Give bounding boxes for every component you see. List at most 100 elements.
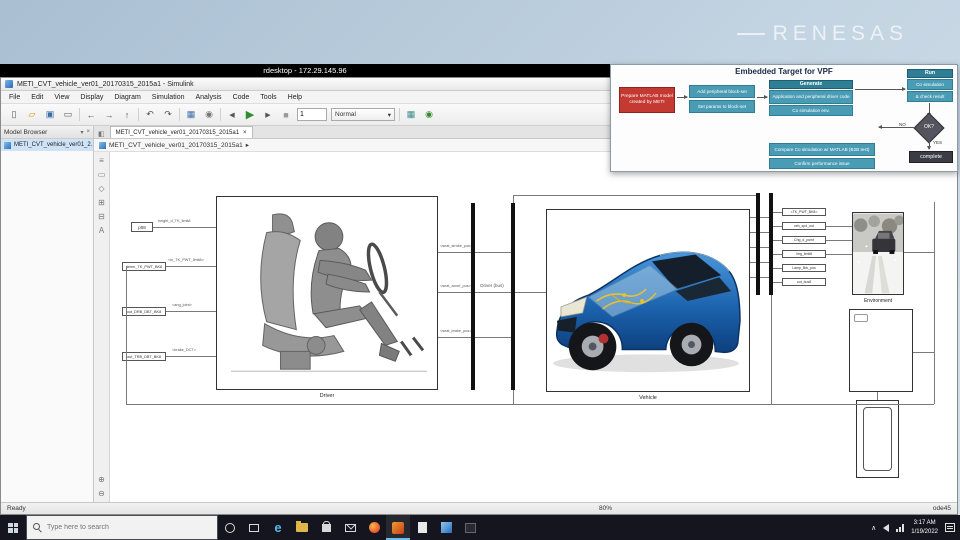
- step-back-icon[interactable]: ◀: [225, 108, 239, 122]
- save-icon[interactable]: ▣: [43, 108, 57, 122]
- menu-help[interactable]: Help: [288, 94, 302, 101]
- menu-display[interactable]: Display: [80, 94, 103, 101]
- solver-name[interactable]: ode45: [933, 505, 951, 512]
- signal-line: [760, 262, 769, 263]
- browser-toggle-icon[interactable]: ◧: [96, 130, 107, 138]
- forward-icon[interactable]: →: [102, 108, 116, 122]
- monitor-block[interactable]: [849, 309, 913, 392]
- palette-grid-icon[interactable]: ⊞: [98, 198, 105, 207]
- menu-file[interactable]: File: [9, 94, 20, 101]
- store-button[interactable]: [314, 515, 338, 540]
- menu-view[interactable]: View: [54, 94, 69, 101]
- matlab-button[interactable]: [386, 515, 410, 540]
- palette-annotation-icon[interactable]: A: [99, 226, 104, 235]
- output-block[interactable]: Lamp_Brk_pos: [782, 264, 826, 272]
- signal-line: [913, 352, 934, 353]
- terminal-button[interactable]: [458, 515, 482, 540]
- rdp-window-titlebar[interactable]: rdesktop - 172.29.145.96: [0, 64, 610, 77]
- palette-collapse-icon[interactable]: ⊟: [98, 212, 105, 221]
- document-button[interactable]: [410, 515, 434, 540]
- print-icon[interactable]: ▭: [61, 108, 75, 122]
- back-icon[interactable]: ←: [84, 108, 98, 122]
- zoom-level[interactable]: 80%: [599, 505, 612, 512]
- network-icon[interactable]: [896, 523, 905, 532]
- run-icon[interactable]: ▶: [243, 108, 257, 122]
- bus-selector-block[interactable]: [511, 203, 515, 390]
- tab-model[interactable]: METI_CVT_vehicle_ver01_20170315_2015a1 ×: [109, 126, 253, 138]
- output-block[interactable]: out_bus8: [782, 278, 826, 286]
- signal-line: [773, 268, 782, 269]
- close-icon[interactable]: ×: [86, 129, 90, 136]
- sim-mode-dropdown[interactable]: Normal ▾: [331, 108, 395, 121]
- menu-code[interactable]: Code: [233, 94, 250, 101]
- file-explorer-button[interactable]: [290, 515, 314, 540]
- menu-diagram[interactable]: Diagram: [114, 94, 140, 101]
- up-icon[interactable]: ↑: [120, 108, 134, 122]
- menu-simulation[interactable]: Simulation: [152, 94, 185, 101]
- tab-close-icon[interactable]: ×: [243, 130, 247, 136]
- document-icon: [417, 522, 427, 533]
- mail-button[interactable]: [338, 515, 362, 540]
- vpf-compare-item1: Compare Co simulation w/ MATLAB (B2B tes…: [769, 143, 875, 156]
- undo-icon[interactable]: ↶: [143, 108, 157, 122]
- breadcrumb[interactable]: METI_CVT_vehicle_ver01_20170315_2015a1: [109, 142, 243, 149]
- simulink-taskbar-button[interactable]: [434, 515, 458, 540]
- input-block[interactable]: p08: [131, 222, 153, 232]
- edge-button[interactable]: e: [266, 515, 290, 540]
- open-icon[interactable]: ▱: [25, 108, 39, 122]
- firefox-button[interactable]: [362, 515, 386, 540]
- input-block[interactable]: out_DRB_DBT_BK8: [122, 307, 166, 316]
- new-model-icon[interactable]: ▯: [7, 108, 21, 122]
- toolbar-separator: [399, 108, 400, 121]
- sim-stop-time-input[interactable]: [297, 108, 327, 121]
- menu-edit[interactable]: Edit: [31, 94, 43, 101]
- output-block[interactable]: veh_spd_out: [782, 222, 826, 230]
- step-forward-icon[interactable]: ▶: [261, 108, 275, 122]
- palette-menu-icon[interactable]: ≡: [99, 156, 104, 165]
- refresh-icon[interactable]: ◉: [422, 108, 436, 122]
- simulink-window-title: METI_CVT_vehicle_ver01_20170315_2015a1 -…: [17, 80, 194, 88]
- driver-subsystem-block[interactable]: [216, 196, 438, 390]
- scope-block[interactable]: [856, 400, 899, 478]
- search-input[interactable]: [47, 524, 197, 531]
- output-block[interactable]: Veg_limit8: [782, 250, 826, 258]
- volume-icon[interactable]: [883, 523, 890, 532]
- zoom-in-icon[interactable]: ⊕: [98, 475, 105, 484]
- vehicle-subsystem-block[interactable]: [546, 209, 750, 392]
- start-button[interactable]: [0, 515, 26, 540]
- input-block[interactable]: denm_TK_PWT_BK8: [122, 262, 166, 271]
- tray-expand-icon[interactable]: ∧: [871, 524, 876, 532]
- model-browser-item[interactable]: METI_CVT_vehicle_ver01_2...: [1, 139, 93, 151]
- zoom-out-icon[interactable]: ⊖: [98, 489, 105, 498]
- taskbar-clock[interactable]: 3:17 AM 1/19/2022: [911, 519, 938, 535]
- mail-icon: [344, 523, 356, 532]
- palette-select-icon[interactable]: ▭: [98, 170, 106, 179]
- toolbar-separator: [138, 108, 139, 121]
- redo-icon[interactable]: ↷: [161, 108, 175, 122]
- cortana-button[interactable]: [218, 515, 242, 540]
- task-view-button[interactable]: [242, 515, 266, 540]
- signal-line: [934, 202, 935, 404]
- signal-label: <seat_brake_pos>: [440, 329, 472, 333]
- menu-tools[interactable]: Tools: [260, 94, 276, 101]
- model-config-icon[interactable]: ◉: [202, 108, 216, 122]
- input-block[interactable]: out_TRB_DBT_BK8: [122, 352, 166, 361]
- model-icon: [99, 141, 106, 149]
- model-canvas[interactable]: p08 denm_TK_PWT_BK8 out_DRB_DBT_BK8 out_…: [110, 152, 957, 502]
- output-block[interactable]: Chg_d_point: [782, 236, 826, 244]
- toolbar-separator: [220, 108, 221, 121]
- build-icon[interactable]: ▦: [404, 108, 418, 122]
- output-block[interactable]: <TK_PWT_BK8>: [782, 208, 826, 216]
- signal-label: height_d_TK_limit8: [158, 219, 191, 223]
- bus-creator-block[interactable]: [471, 203, 475, 390]
- demux-block[interactable]: [769, 193, 773, 295]
- action-center-icon[interactable]: [945, 523, 955, 532]
- collapse-icon[interactable]: ▾: [80, 129, 83, 136]
- environment-block[interactable]: [852, 212, 904, 295]
- library-browser-icon[interactable]: ▦: [184, 108, 198, 122]
- mux-block[interactable]: [756, 193, 760, 295]
- taskbar-search[interactable]: [26, 515, 218, 540]
- stop-icon[interactable]: ■: [279, 108, 293, 122]
- menu-analysis[interactable]: Analysis: [195, 94, 221, 101]
- palette-shape-icon[interactable]: ◇: [98, 184, 104, 193]
